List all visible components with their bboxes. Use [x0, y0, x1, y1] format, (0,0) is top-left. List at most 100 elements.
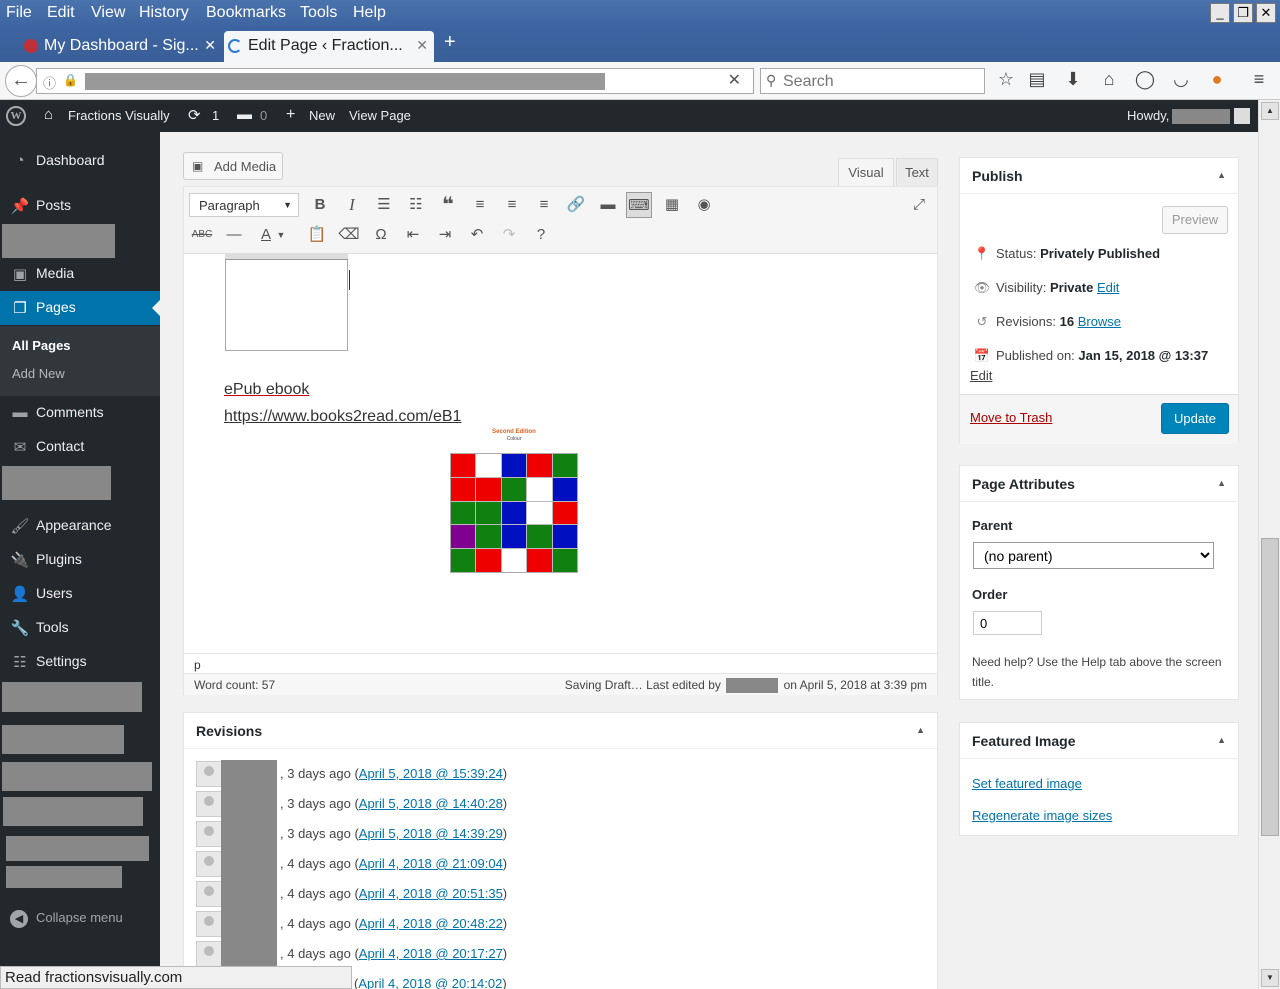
add-media-button[interactable]: ▣ Add Media: [183, 152, 283, 180]
toggle-arrow-icon[interactable]: ▲: [916, 725, 925, 735]
move-to-trash-link[interactable]: Move to Trash: [970, 410, 1052, 425]
tab-edit-page[interactable]: Edit Page ‹ Fraction... ✕: [224, 31, 434, 62]
chat-icon[interactable]: ◯: [1133, 69, 1157, 90]
outdent-icon[interactable]: ⇤: [400, 222, 426, 248]
preview-button[interactable]: Preview: [1162, 206, 1228, 234]
content-books2read-link[interactable]: https://www.books2read.com/eB1: [224, 408, 461, 426]
extension-icon[interactable]: ●: [1205, 69, 1229, 90]
minimize-icon[interactable]: _: [1210, 3, 1230, 23]
menu-file[interactable]: File: [6, 4, 32, 22]
toggle-arrow-icon[interactable]: ▲: [1217, 478, 1226, 488]
toggle-arrow-icon[interactable]: ▲: [1217, 735, 1226, 745]
home-icon[interactable]: ⌂: [1097, 69, 1121, 90]
comments-icon[interactable]: ▬: [237, 106, 252, 123]
sidebar-item-contact[interactable]: ✉ Contact: [0, 430, 160, 464]
info-icon[interactable]: ⓘ: [43, 73, 56, 92]
revisions-header[interactable]: Revisions ▲: [184, 713, 937, 749]
browse-revisions-link[interactable]: Browse: [1078, 314, 1121, 329]
redo-icon[interactable]: ↷: [496, 222, 522, 248]
sidebar-item-settings[interactable]: ☷ Settings: [0, 645, 160, 679]
close-window-icon[interactable]: ✕: [1256, 3, 1276, 23]
edit-visibility-link[interactable]: Edit: [1097, 280, 1119, 295]
page-attributes-header[interactable]: Page Attributes ▲: [960, 466, 1238, 502]
comments-count[interactable]: 0: [260, 108, 267, 123]
tab-dashboard[interactable]: My Dashboard - Sig... ✕: [20, 31, 222, 62]
hamburger-menu-icon[interactable]: ≡: [1247, 69, 1271, 90]
menu-history[interactable]: History: [139, 4, 189, 22]
tab-visual[interactable]: Visual: [838, 158, 894, 186]
close-tab-icon[interactable]: ✕: [204, 31, 216, 60]
order-input[interactable]: [973, 611, 1042, 635]
menu-view[interactable]: View: [91, 4, 125, 22]
close-tab-icon[interactable]: ✕: [416, 31, 428, 60]
content-epub-text[interactable]: ePub ebook: [224, 381, 309, 399]
sidebar-item-media[interactable]: ▣ Media: [0, 257, 160, 291]
scroll-down-icon[interactable]: ▼: [1261, 969, 1279, 987]
wordpress-logo-icon[interactable]: W: [6, 106, 26, 126]
reading-list-icon[interactable]: ▤: [1025, 69, 1049, 90]
scroll-up-icon[interactable]: ▲: [1261, 102, 1279, 120]
table-icon[interactable]: ▦: [659, 192, 685, 218]
element-path[interactable]: p: [184, 653, 937, 673]
site-name-link[interactable]: Fractions Visually: [68, 108, 170, 123]
toolbar-toggle-icon[interactable]: ⌨: [626, 192, 652, 218]
fullscreen-icon[interactable]: ⤢: [906, 192, 932, 218]
howdy-label[interactable]: Howdy,: [1127, 108, 1169, 123]
align-center-icon[interactable]: ≡: [499, 192, 525, 218]
book-cover-image[interactable]: Second Edition Colour: [450, 429, 578, 573]
featured-image-header[interactable]: Featured Image ▲: [960, 723, 1238, 759]
revision-link[interactable]: April 5, 2018 @ 15:39:24: [359, 766, 503, 781]
sidebar-item-pages[interactable]: ❐ Pages: [0, 291, 160, 325]
sidebar-item-tools[interactable]: 🔧 Tools: [0, 611, 160, 645]
revision-link[interactable]: April 5, 2018 @ 14:39:29: [359, 826, 503, 841]
editor-content[interactable]: ePub ebook https://www.books2read.com/eB…: [184, 254, 937, 653]
sidebar-item-plugins[interactable]: 🔌 Plugins: [0, 543, 160, 577]
horizontal-line-icon[interactable]: —: [221, 222, 247, 248]
chevron-down-icon[interactable]: ▼: [275, 222, 287, 248]
omega-icon[interactable]: Ω: [368, 222, 394, 248]
search-input[interactable]: [783, 72, 973, 92]
paste-text-icon[interactable]: 📋: [304, 222, 330, 248]
parent-select[interactable]: (no parent): [973, 542, 1214, 569]
collapse-menu-button[interactable]: ◀ Collapse menu: [10, 910, 123, 928]
numbered-list-icon[interactable]: ☷: [403, 192, 429, 218]
revision-link[interactable]: April 4, 2018 @ 20:14:02: [358, 976, 502, 989]
eraser-icon[interactable]: ⌫: [336, 222, 362, 248]
blockquote-icon[interactable]: ❝: [435, 192, 461, 218]
search-bar[interactable]: ⚲: [760, 68, 985, 94]
updates-count[interactable]: 1: [212, 108, 219, 123]
sidebar-item-dashboard[interactable]: ◔ Dashboard: [0, 144, 160, 178]
menu-help[interactable]: Help: [353, 4, 386, 22]
menu-edit[interactable]: Edit: [47, 4, 75, 22]
italic-icon[interactable]: I: [339, 192, 365, 218]
update-button[interactable]: Update: [1161, 403, 1229, 434]
strikethrough-icon[interactable]: ABC: [189, 222, 215, 248]
sidebar-item-comments[interactable]: ▬ Comments: [0, 396, 160, 430]
scrollbar-thumb[interactable]: [1261, 538, 1279, 836]
clear-url-icon[interactable]: ✕: [728, 70, 741, 90]
undo-icon[interactable]: ↶: [464, 222, 490, 248]
restore-icon[interactable]: ❐: [1233, 3, 1253, 23]
revision-link[interactable]: April 4, 2018 @ 20:17:27: [359, 946, 503, 961]
download-icon[interactable]: ⬇: [1061, 69, 1085, 90]
bookmark-star-icon[interactable]: ☆: [994, 69, 1018, 90]
read-more-icon[interactable]: ▬: [595, 192, 621, 218]
sidebar-item-users[interactable]: 👤 Users: [0, 577, 160, 611]
back-arrow-icon[interactable]: ←: [5, 65, 37, 97]
updates-icon[interactable]: ⟳: [188, 106, 201, 124]
view-page-link[interactable]: View Page: [349, 108, 411, 123]
publish-header[interactable]: Publish ▲: [960, 158, 1238, 194]
bullet-list-icon[interactable]: ☰: [371, 192, 397, 218]
align-left-icon[interactable]: ≡: [467, 192, 493, 218]
menu-bookmarks[interactable]: Bookmarks: [206, 4, 286, 22]
sidebar-item-appearance[interactable]: 🖌 Appearance: [0, 509, 160, 543]
bold-icon[interactable]: B: [307, 192, 333, 218]
pocket-icon[interactable]: ◡: [1169, 69, 1193, 90]
page-scrollbar[interactable]: ▲ ▼: [1258, 100, 1280, 989]
menu-tools[interactable]: Tools: [300, 4, 337, 22]
align-right-icon[interactable]: ≡: [531, 192, 557, 218]
help-icon[interactable]: ?: [528, 222, 554, 248]
revision-link[interactable]: April 5, 2018 @ 14:40:28: [359, 796, 503, 811]
preview-eye-icon[interactable]: ◉: [691, 192, 717, 218]
submenu-add-new[interactable]: Add New: [12, 366, 65, 381]
